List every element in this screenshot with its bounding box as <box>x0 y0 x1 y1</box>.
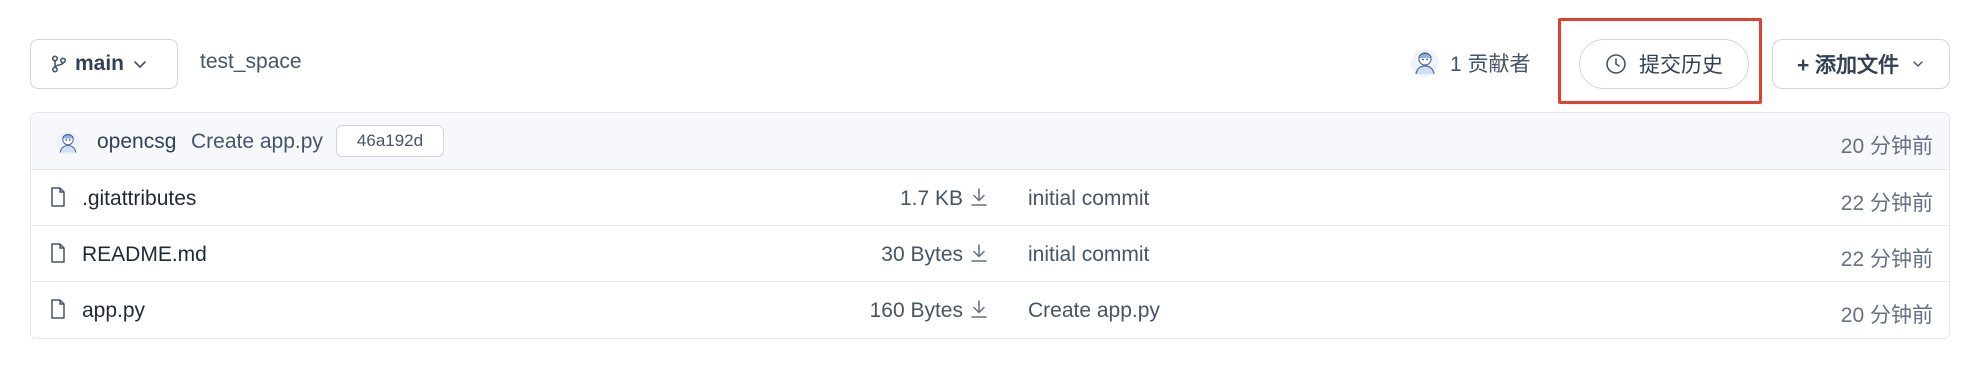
avatar-icon <box>55 130 81 156</box>
commit-author[interactable]: opencsg <box>97 130 176 154</box>
chevron-down-icon <box>134 61 146 68</box>
file-commit-time: 20 分钟前 <box>1840 304 1933 327</box>
add-file-button[interactable]: + 添加文件 <box>1772 39 1950 89</box>
file-row: .gitattributes 1.7 KB initial commit 22 … <box>31 170 1949 226</box>
file-commit-time: 22 分钟前 <box>1840 192 1933 215</box>
download-icon[interactable] <box>970 243 988 263</box>
file-row: app.py 160 Bytes Create app.py 20 分钟前 <box>31 282 1949 338</box>
commit-hash-badge[interactable]: 46a192d <box>336 125 444 157</box>
branch-name: main <box>75 52 125 75</box>
commit-history-label: 提交历史 <box>1639 54 1723 77</box>
file-size: 160 Bytes <box>869 299 963 322</box>
file-commit-time: 22 分钟前 <box>1840 248 1933 271</box>
file-icon <box>51 299 65 319</box>
file-name-link[interactable]: .gitattributes <box>82 187 196 211</box>
avatar-icon <box>1411 49 1439 77</box>
clock-icon <box>1606 54 1626 74</box>
file-commit-message[interactable]: Create app.py <box>1028 299 1160 323</box>
commit-time: 20 分钟前 <box>1840 135 1933 158</box>
file-name-link[interactable]: README.md <box>82 243 207 267</box>
file-commit-message[interactable]: initial commit <box>1028 243 1149 267</box>
add-file-label: + 添加文件 <box>1796 54 1900 77</box>
download-icon[interactable] <box>970 299 988 319</box>
commit-history-button[interactable]: 提交历史 <box>1579 39 1749 89</box>
file-size: 30 Bytes <box>881 243 963 266</box>
contributors-link[interactable]: 1 贡献者 <box>1410 47 1531 79</box>
latest-commit-row: opencsg Create app.py 46a192d 20 分钟前 <box>31 113 1949 170</box>
repo-name: test_space <box>200 50 302 73</box>
file-icon <box>51 187 65 207</box>
branch-selector-button[interactable]: main <box>30 39 178 89</box>
file-commit-message[interactable]: initial commit <box>1028 187 1149 211</box>
download-icon[interactable] <box>970 187 988 207</box>
file-icon <box>51 243 65 263</box>
file-row: README.md 30 Bytes initial commit 22 分钟前 <box>31 226 1949 282</box>
chevron-down-icon <box>1913 61 1923 67</box>
git-branch-icon <box>51 55 67 73</box>
file-size: 1.7 KB <box>899 187 963 210</box>
contributors-count: 1 贡献者 <box>1450 53 1531 76</box>
repo-toolbar: main test_space 1 贡献者 提交历史 + 添加文件 <box>0 0 1984 112</box>
file-name-link[interactable]: app.py <box>82 299 145 323</box>
file-list-table: opencsg Create app.py 46a192d 20 分钟前 .gi… <box>30 112 1950 339</box>
commit-message[interactable]: Create app.py <box>191 130 323 154</box>
